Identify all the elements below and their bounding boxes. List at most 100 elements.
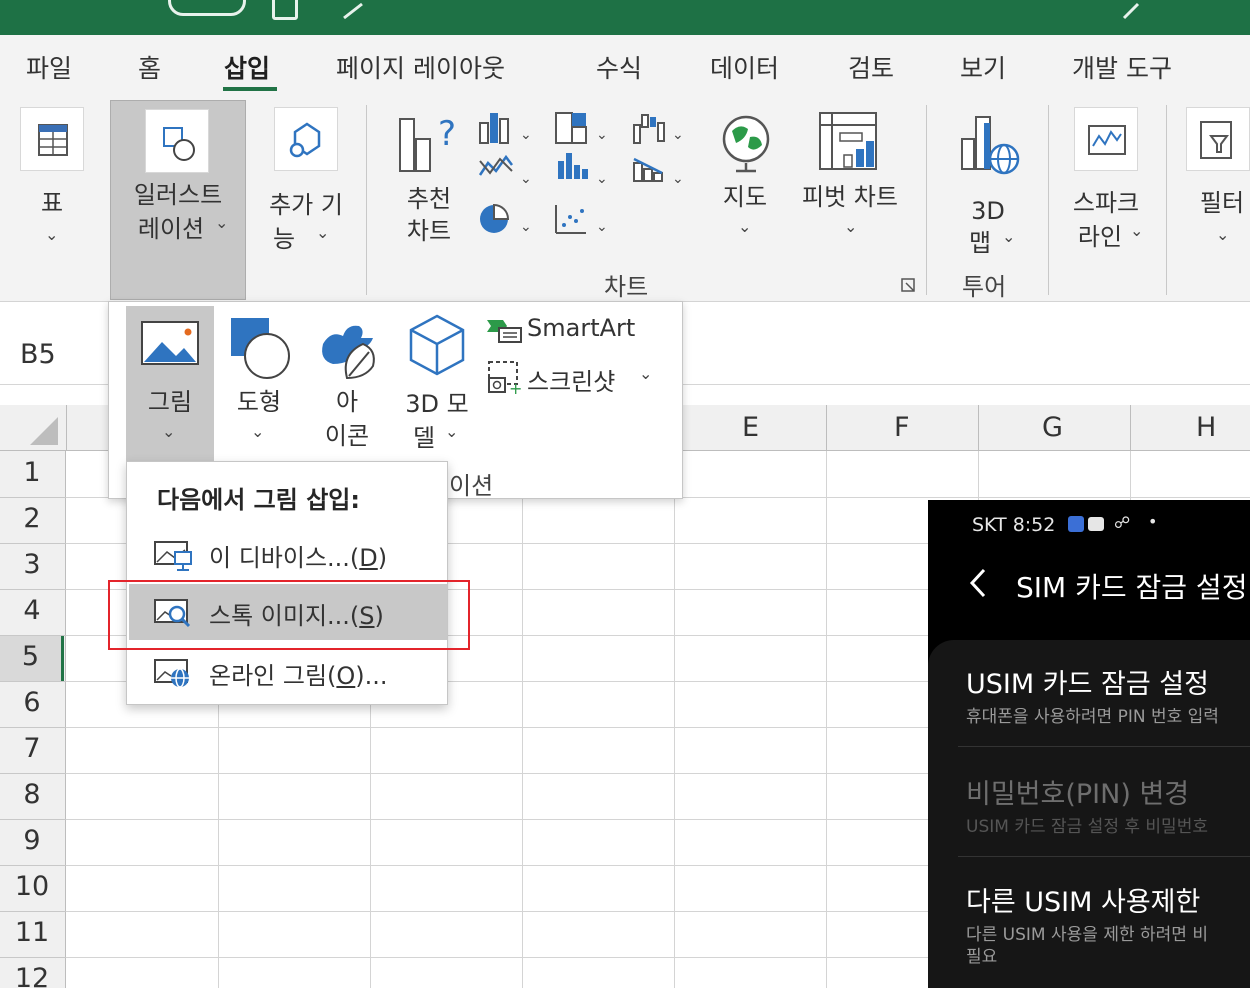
column-header-f[interactable]: F — [894, 412, 910, 443]
sparkline-button[interactable]: 스파크 라인 ⌄ — [1066, 107, 1146, 257]
smartart-button[interactable]: SmartArt — [485, 312, 675, 348]
column-header-g[interactable]: G — [1042, 412, 1063, 443]
phone-title: SIM 카드 잠금 설정 — [1016, 571, 1248, 604]
recommended-charts-button[interactable]: ? 추천 차트 — [394, 109, 464, 259]
svg-text:?: ? — [438, 114, 456, 154]
chevron-down-icon: ⌄ — [738, 217, 752, 236]
title-bar — [0, 0, 1250, 35]
globe-icon — [722, 115, 770, 173]
phone-item-subtitle: 다른 USIM 사용을 제한 하려면 비 — [966, 925, 1208, 945]
shapes-button[interactable]: 도형 ⌄ — [221, 306, 297, 462]
name-box-value: B5 — [20, 339, 56, 370]
tab-home[interactable]: 홈 — [138, 49, 161, 85]
chevron-down-icon: ⌄ — [251, 422, 265, 441]
group-label-charts: 차트 — [604, 273, 649, 301]
line-chart-icon: ⌄ — [478, 154, 532, 187]
tab-insert[interactable]: 삽입 — [224, 49, 270, 85]
row-header-4[interactable]: 4 — [0, 595, 64, 626]
row-header-5[interactable]: 5 — [0, 635, 64, 681]
separator — [1048, 105, 1049, 295]
menu-item-label: 이 디바이스...(D) — [209, 544, 388, 572]
row-header-12[interactable]: 12 — [0, 963, 64, 988]
chart-type-grid: ⌄ ⌄ ⌄ ⌄ ⌄ ⌄ ⌄ ⌄ — [478, 112, 684, 235]
scatter-chart-icon: ⌄ — [555, 205, 608, 235]
illustrations-label-1: 일러스트 — [133, 181, 223, 209]
chevron-down-icon: ⌄ — [316, 223, 330, 242]
illustrations-button[interactable]: 일러스트 레이션 ⌄ — [110, 100, 246, 300]
row-header-6[interactable]: 6 — [0, 687, 64, 718]
phone-item-subtitle: 필요 — [966, 947, 998, 967]
column-header-h[interactable]: H — [1196, 412, 1216, 443]
illustrations-label-2: 레이션 — [137, 215, 205, 243]
3d-models-button[interactable]: 3D 모 델 ⌄ — [395, 306, 479, 462]
recommended-charts-label-2: 차트 — [406, 217, 452, 245]
shapes-label: 도형 — [236, 388, 282, 416]
highlight-annotation-box — [108, 580, 470, 650]
phone-settings-list: USIM 카드 잠금 설정 휴대폰을 사용하려면 PIN 번호 입력 비밀번호(… — [928, 640, 1250, 988]
svg-text:⌄: ⌄ — [596, 127, 608, 143]
row-header-11[interactable]: 11 — [0, 917, 64, 948]
recommended-charts-icon: ? — [399, 114, 456, 172]
tab-data[interactable]: 데이터 — [710, 49, 779, 85]
device-picture-icon — [154, 541, 192, 571]
icons-label-2: 이콘 — [324, 422, 370, 450]
svg-text:⌄: ⌄ — [520, 219, 532, 235]
autosave-toggle[interactable] — [168, 0, 246, 16]
row-header-8[interactable]: 8 — [0, 779, 64, 810]
separator — [926, 105, 927, 295]
chevron-down-icon: ⌄ — [1130, 221, 1144, 240]
phone-screenshot-image[interactable]: SKT 8:52 ☍ • SIM 카드 잠금 설정 USIM 카드 잠금 설정 … — [928, 500, 1250, 988]
tab-formulas[interactable]: 수식 — [596, 49, 642, 85]
tab-view[interactable]: 보기 — [960, 49, 1006, 85]
addins-button[interactable]: 추가 기 능 ⌄ — [262, 107, 354, 257]
smartart-label: SmartArt — [527, 314, 636, 342]
filter-label: 필터 — [1199, 189, 1245, 217]
combo-chart-icon: ⌄ — [633, 157, 684, 187]
table-button[interactable]: 표 ⌄ — [18, 107, 86, 257]
column-header-e[interactable]: E — [742, 412, 759, 443]
filter-button[interactable]: 필터 ⌄ — [1186, 107, 1250, 257]
svg-text:⌄: ⌄ — [520, 127, 532, 143]
row-header-3[interactable]: 3 — [0, 549, 64, 580]
menu-item-this-device[interactable]: 이 디바이스...(D) — [127, 526, 447, 582]
formula-bar[interactable] — [683, 323, 1250, 385]
icons-icon — [322, 325, 375, 380]
menu-item-label: 온라인 그림(O)... — [209, 662, 388, 690]
chevron-down-icon: ⌄ — [639, 364, 653, 383]
separator — [1166, 105, 1167, 295]
shapes-icon — [231, 318, 290, 379]
tab-developer[interactable]: 개발 도구 — [1072, 49, 1172, 85]
3d-map-button[interactable]: 3D 맵 ⌄ — [950, 109, 1026, 259]
tab-review[interactable]: 검토 — [848, 49, 894, 85]
chevron-down-icon: ⌄ — [215, 213, 229, 232]
maps-label: 지도 — [722, 183, 768, 211]
screenshot-button[interactable]: + 스크린샷 ⌄ — [485, 360, 675, 396]
icons-button[interactable]: 아 이콘 — [307, 306, 387, 462]
maps-button[interactable]: 지도 ⌄ — [712, 109, 778, 259]
row-header-1[interactable]: 1 — [0, 457, 64, 488]
name-box[interactable]: B5 — [0, 323, 108, 385]
3d-map-icon — [961, 116, 1020, 175]
statistic-chart-icon: ⌄ — [558, 153, 608, 187]
chevron-down-icon: ⌄ — [1002, 227, 1016, 246]
waterfall-chart-icon: ⌄ — [633, 114, 684, 144]
select-all-icon[interactable] — [28, 415, 60, 447]
group-label-tour: 투어 — [962, 273, 1007, 301]
picture-icon — [141, 321, 199, 365]
menu-item-online-pictures[interactable]: 온라인 그림(O)... — [127, 644, 447, 700]
pivot-chart-button[interactable]: 피벗 차트 ⌄ — [792, 109, 908, 259]
back-arrow-icon[interactable] — [966, 566, 990, 600]
redo-icon[interactable] — [340, 0, 370, 22]
row-header-10[interactable]: 10 — [0, 871, 64, 902]
row-header-7[interactable]: 7 — [0, 733, 64, 764]
row-header-9[interactable]: 9 — [0, 825, 64, 856]
chevron-down-icon: ⌄ — [445, 422, 459, 441]
tab-file[interactable]: 파일 — [26, 49, 72, 85]
picture-button[interactable]: 그림 ⌄ — [126, 306, 214, 462]
tab-page-layout[interactable]: 페이지 레이아웃 — [336, 49, 505, 85]
row-header-2[interactable]: 2 — [0, 503, 64, 534]
phone-item-subtitle: USIM 카드 잠금 설정 후 비밀번호 — [966, 817, 1208, 837]
dialog-launcher-icon[interactable] — [900, 277, 918, 295]
save-icon[interactable] — [272, 0, 298, 20]
pivot-chart-icon — [819, 112, 877, 170]
